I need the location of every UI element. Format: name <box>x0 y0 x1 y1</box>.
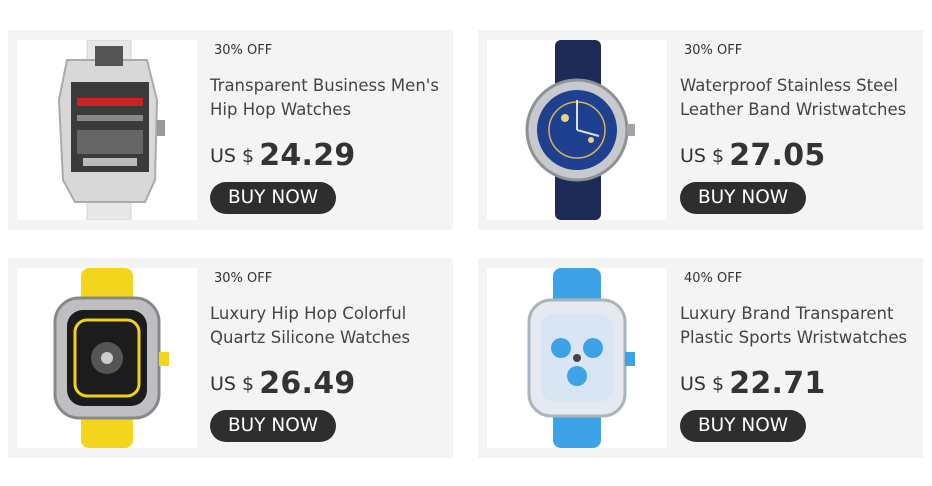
product-price: US $ 24.29 <box>210 138 356 173</box>
product-card[interactable]: 30% OFF Transparent Business Men's Hip H… <box>8 30 453 230</box>
transparent-watch-icon <box>57 40 165 220</box>
price-currency: US $ <box>210 145 255 167</box>
buy-now-button[interactable]: BUY NOW <box>210 410 336 442</box>
product-image[interactable] <box>17 268 197 448</box>
product-title[interactable]: Luxury Brand Transparent Plastic Sports … <box>680 302 918 350</box>
product-card[interactable]: 40% OFF Luxury Brand Transparent Plastic… <box>478 258 923 458</box>
price-currency: US $ <box>680 145 725 167</box>
discount-badge: 40% OFF <box>684 271 743 286</box>
blue-sports-watch-icon <box>527 268 635 448</box>
product-price: US $ 26.49 <box>210 366 356 401</box>
product-image[interactable] <box>487 268 667 448</box>
product-card[interactable]: 30% OFF Luxury Hip Hop Colorful Quartz S… <box>8 258 453 458</box>
price-amount: 22.71 <box>729 366 826 401</box>
price-amount: 27.05 <box>729 138 826 173</box>
product-card[interactable]: 30% OFF Waterproof Stainless Steel Leath… <box>478 30 923 230</box>
discount-badge: 30% OFF <box>684 43 743 58</box>
buy-now-button[interactable]: BUY NOW <box>680 182 806 214</box>
product-price: US $ 27.05 <box>680 138 826 173</box>
product-title[interactable]: Waterproof Stainless Steel Leather Band … <box>680 74 918 122</box>
buy-now-button[interactable]: BUY NOW <box>210 182 336 214</box>
product-price: US $ 22.71 <box>680 366 826 401</box>
product-title[interactable]: Luxury Hip Hop Colorful Quartz Silicone … <box>210 302 448 350</box>
price-currency: US $ <box>210 373 255 395</box>
buy-now-button[interactable]: BUY NOW <box>680 410 806 442</box>
discount-badge: 30% OFF <box>214 43 273 58</box>
product-image[interactable] <box>17 40 197 220</box>
blue-dial-watch-icon <box>525 40 635 220</box>
price-amount: 24.29 <box>259 138 356 173</box>
price-currency: US $ <box>680 373 725 395</box>
discount-badge: 30% OFF <box>214 271 273 286</box>
product-title[interactable]: Transparent Business Men's Hip Hop Watch… <box>210 74 448 122</box>
price-amount: 26.49 <box>259 366 356 401</box>
yellow-silicone-watch-icon <box>53 268 169 448</box>
product-image[interactable] <box>487 40 667 220</box>
